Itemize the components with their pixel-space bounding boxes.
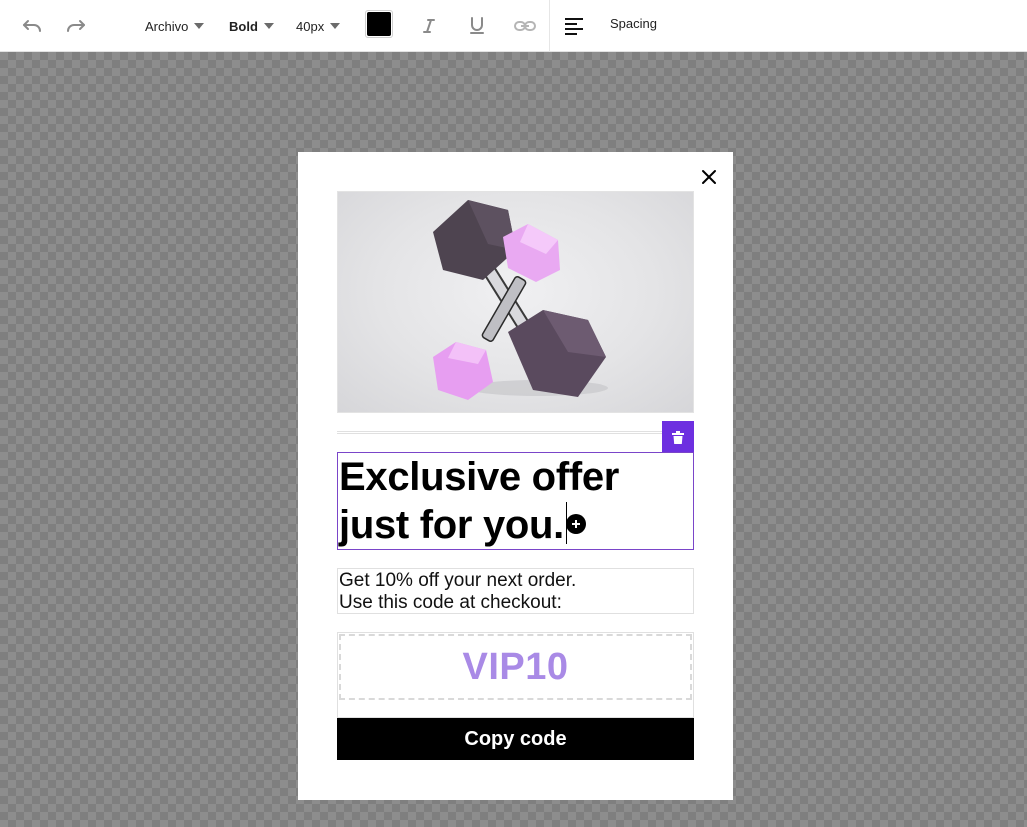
align-left-icon[interactable] xyxy=(560,12,588,40)
headline-line-2: just for you. xyxy=(339,503,564,547)
chevron-down-icon xyxy=(263,23,274,29)
close-icon[interactable] xyxy=(698,166,720,188)
link-icon[interactable] xyxy=(511,12,539,40)
underline-icon[interactable] xyxy=(463,12,491,40)
headline-line-1: Exclusive offer xyxy=(339,455,620,499)
font-size-value: 40px xyxy=(296,18,325,34)
editor-toolbar: Archivo Bold 40px Spacing xyxy=(0,0,1027,52)
toolbar-divider xyxy=(549,0,550,52)
font-family-dropdown[interactable]: Archivo xyxy=(145,14,205,38)
font-weight-value: Bold xyxy=(229,18,258,34)
chevron-down-icon xyxy=(330,23,341,29)
body-line-2: Use this code at checkout: xyxy=(339,592,562,613)
coupon-code: VIP10 xyxy=(462,645,569,688)
coupon-block[interactable]: VIP10 xyxy=(337,632,694,718)
trash-icon[interactable] xyxy=(662,421,694,453)
italic-icon[interactable] xyxy=(415,12,443,40)
headline-text[interactable]: Exclusive offer just for you. xyxy=(339,453,693,549)
coupon-code-box: VIP10 xyxy=(339,634,692,700)
undo-icon[interactable] xyxy=(18,12,46,40)
headline-block[interactable]: Exclusive offer just for you. xyxy=(337,452,694,550)
text-color-swatch xyxy=(367,12,391,36)
dumbbells-image[interactable] xyxy=(337,191,694,413)
divider-block[interactable] xyxy=(337,431,662,434)
body-line-1: Get 10% off your next order. xyxy=(339,570,577,591)
copy-code-button[interactable]: Copy code xyxy=(337,718,694,760)
chevron-down-icon xyxy=(194,23,205,29)
font-family-value: Archivo xyxy=(145,18,189,34)
spacing-button[interactable]: Spacing xyxy=(610,16,657,31)
font-size-dropdown[interactable]: 40px xyxy=(296,14,341,38)
redo-icon[interactable] xyxy=(62,12,90,40)
body-text-block[interactable]: Get 10% off your next order. Use this co… xyxy=(337,568,694,614)
font-weight-dropdown[interactable]: Bold xyxy=(229,14,274,38)
popup-card: Exclusive offer just for you. Get 10% of… xyxy=(298,152,733,800)
plus-circle-icon[interactable] xyxy=(566,514,586,534)
text-color-picker[interactable] xyxy=(365,10,393,38)
